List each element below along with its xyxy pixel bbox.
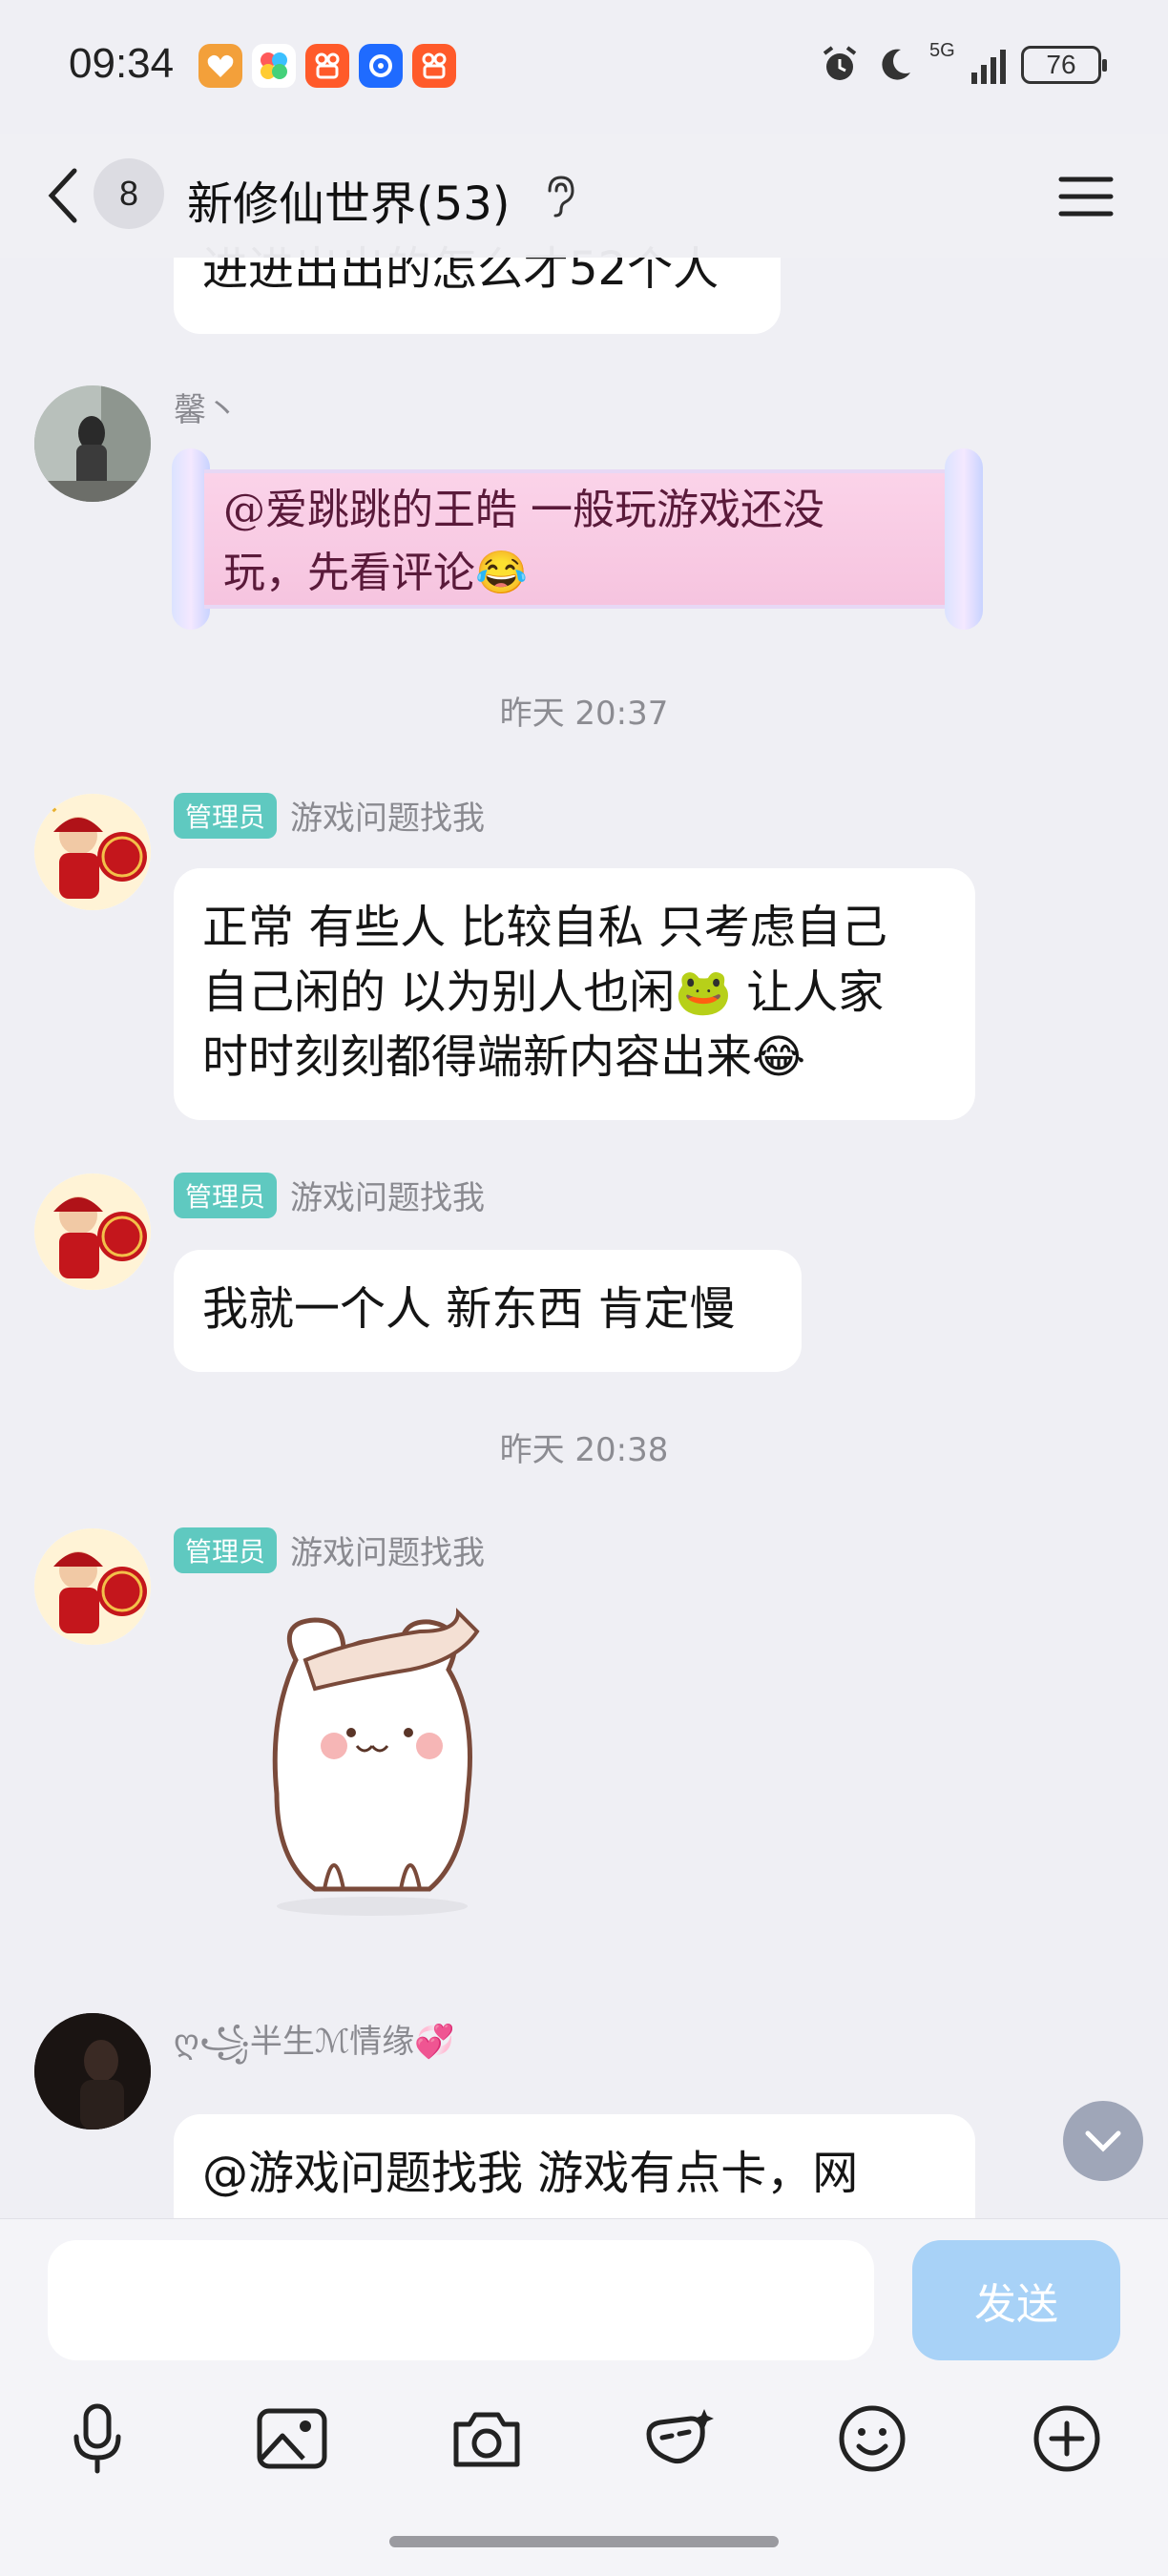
avatar[interactable] (34, 1174, 151, 1290)
sticker-image[interactable] (239, 1603, 506, 1918)
admin-badge: 管理员 (174, 792, 278, 839)
back-button[interactable] (34, 162, 92, 229)
unread-count-badge[interactable]: 8 (94, 158, 164, 229)
chat-title[interactable]: 新修仙世界(53) (187, 166, 511, 233)
moon-icon (882, 49, 910, 80)
sender-name: 管理员 游戏问题找我 (174, 1172, 485, 1218)
timestamp: 昨天 20:37 (499, 695, 669, 733)
scroll-ornament-right (945, 448, 983, 630)
status-time: 09:34 (69, 40, 175, 87)
admin-badge: 管理员 (174, 1527, 278, 1573)
message-text-line: 自己闲的 以为别人也闲🐸 让人家 (202, 966, 885, 1019)
sender-label: ღ꧁半生ℳ情缘💞 (174, 2023, 455, 2061)
message-text-block: @爱跳跳的王皓 一般玩游戏还没 玩，先看评论😂 (204, 469, 950, 609)
message-list[interactable]: 进进出出的怎么才52个人 馨丶 @爱跳跳的王皓 一般玩游戏还没 玩，先看评论😂 … (0, 134, 1168, 2218)
message-text-line: 玩，先看评论😂 (223, 549, 528, 597)
message-bubble[interactable]: 我就一个人 新东西 肯定慢 (174, 1250, 802, 1372)
emoji-icon (839, 2405, 906, 2472)
camera-icon (453, 2412, 520, 2467)
message-text-line: @爱跳跳的王皓 一般玩游戏还没 (223, 486, 824, 534)
kuaishou-app-icon-2 (412, 44, 456, 88)
message-input[interactable] (48, 2240, 874, 2360)
composer-toolbar (0, 2391, 1168, 2496)
gallery-button[interactable] (244, 2391, 340, 2486)
camera-button[interactable] (439, 2391, 534, 2486)
status-bar: 09:34 5G 76 (0, 0, 1168, 134)
sender-label: 游戏问题找我 (290, 800, 486, 838)
sender-name: 管理员 游戏问题找我 (174, 792, 485, 839)
message-bubble-decorated[interactable]: @爱跳跳的王皓 一般玩游戏还没 玩，先看评论😂 (172, 448, 983, 630)
chat-header: 8 新修仙世界(53) (0, 134, 1168, 258)
message-text-line: 正常 有些人 比较自私 只考虑自己 (202, 901, 887, 954)
sender-name: ღ꧁半生ℳ情缘💞 (174, 2015, 455, 2083)
image-icon (257, 2408, 327, 2469)
alarm-icon (823, 46, 857, 80)
avatar[interactable] (34, 385, 151, 502)
status-indicators: 5G 76 (819, 40, 1107, 86)
scroll-to-bottom-button[interactable] (1063, 2101, 1143, 2181)
message-text-line: 时时刻刻都得端新内容出来😂 (202, 1030, 806, 1084)
sender-label: 游戏问题找我 (290, 1179, 486, 1217)
home-indicator[interactable] (389, 2536, 779, 2547)
battery-level: 76 (1046, 50, 1076, 79)
signal-icon: 5G (929, 40, 1006, 84)
message-bubble[interactable]: 正常 有些人 比较自私 只考虑自己 自己闲的 以为别人也闲🐸 让人家 时时刻刻都… (174, 868, 975, 1120)
sender-name: 管理员 游戏问题找我 (174, 1527, 485, 1573)
sender-name: 馨丶 (174, 384, 239, 430)
avatar[interactable] (34, 1528, 151, 1645)
hamburger-menu-icon (1058, 177, 1114, 217)
kuaishou-app-icon (305, 44, 349, 88)
pinwheel-app-icon (252, 44, 296, 88)
plus-icon (1033, 2405, 1100, 2472)
chevron-down-icon (1085, 2130, 1121, 2152)
chevron-left-icon (48, 168, 77, 223)
send-button[interactable]: 发送 (912, 2240, 1120, 2360)
chat-screen: 09:34 5G 76 进进出出的怎么才52个人 馨丶 @爱跳跳的王皓 一般玩游… (0, 0, 1168, 2576)
magic-mask-icon (646, 2409, 714, 2464)
ear-icon[interactable] (540, 174, 578, 219)
more-button[interactable] (1019, 2391, 1115, 2486)
message-composer: 发送 (0, 2218, 1168, 2576)
avatar[interactable] (34, 2013, 151, 2129)
battery-icon: 76 (1021, 46, 1107, 84)
network-type: 5G (929, 40, 955, 61)
voice-button[interactable] (50, 2391, 145, 2486)
avatar[interactable] (34, 794, 151, 910)
notification-icons (198, 44, 456, 88)
sender-label: 馨丶 (174, 391, 239, 429)
effects-button[interactable] (632, 2391, 727, 2486)
admin-badge: 管理员 (174, 1172, 278, 1218)
microphone-icon (73, 2403, 121, 2474)
menu-button[interactable] (1057, 168, 1115, 225)
message-text: @游戏问题找我 游戏有点卡，网 (202, 2147, 859, 2200)
message-bubble[interactable]: @游戏问题找我 游戏有点卡，网 (174, 2114, 975, 2218)
timestamp: 昨天 20:38 (499, 1431, 669, 1469)
message-text: 我就一个人 新东西 肯定慢 (202, 1282, 736, 1336)
emoji-button[interactable] (824, 2391, 920, 2486)
sender-label: 游戏问题找我 (290, 1534, 486, 1572)
taobao-app-icon (198, 44, 242, 88)
browser-app-icon (359, 44, 403, 88)
